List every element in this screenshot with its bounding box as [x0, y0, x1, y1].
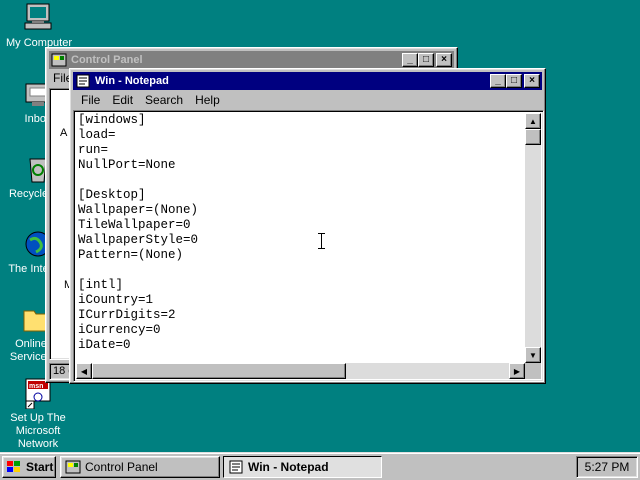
minimize-button[interactable]: _ [402, 53, 418, 67]
start-button[interactable]: Start [2, 456, 56, 478]
horizontal-scrollbar[interactable]: ◀ ▶ [76, 363, 525, 379]
notepad-titlebar[interactable]: Win - Notepad _ □ × [73, 72, 542, 90]
notepad-window[interactable]: Win - Notepad _ □ × File Edit Search Hel… [69, 68, 546, 384]
text-line [78, 263, 198, 278]
text-line: ICurrDigits=2 [78, 308, 176, 322]
scroll-right-button[interactable]: ▶ [509, 363, 525, 379]
notepad-icon [75, 74, 91, 88]
control-panel-item-fragment: A [60, 127, 68, 139]
text-line: Pattern=(None) [78, 248, 184, 262]
taskbar-button-label: Win - Notepad [248, 460, 329, 474]
notepad-text-area[interactable]: [windows] load= run= NullPort=None [Desktop… [73, 110, 544, 382]
close-button[interactable]: × [436, 53, 452, 67]
text-line: iCurrency=0 [78, 323, 161, 337]
text-line: run= [78, 143, 109, 157]
vertical-scrollbar[interactable]: ▲ ▼ [525, 113, 541, 363]
maximize-button[interactable]: □ [418, 53, 434, 67]
maximize-button[interactable]: □ [506, 74, 522, 88]
taskbar-button-notepad[interactable]: Win - Notepad [223, 456, 382, 478]
text-line [78, 173, 198, 188]
taskbar: Start Control Panel Win - Notepad 5:27 P… [0, 452, 640, 480]
windows-logo-icon [6, 460, 22, 474]
control-panel-title: Control Panel [71, 54, 143, 66]
menu-help[interactable]: Help [189, 93, 226, 107]
menu-edit[interactable]: Edit [106, 93, 139, 107]
text-line: [Desktop] [78, 188, 146, 202]
taskbar-button-control-panel[interactable]: Control Panel [60, 456, 220, 478]
desktop-icon-label: Set Up The Microsoft Network [10, 412, 66, 450]
vertical-scroll-thumb[interactable] [525, 129, 541, 145]
text-line: load= [78, 128, 116, 142]
close-button[interactable]: × [524, 74, 540, 88]
desktop-icon-my-computer[interactable]: My Computer [0, 2, 76, 50]
text-line: iCountry=1 [78, 293, 154, 307]
menu-search[interactable]: Search [139, 93, 189, 107]
notepad-title: Win - Notepad [95, 75, 169, 87]
taskbar-button-label: Control Panel [85, 460, 158, 474]
svg-text:msn: msn [29, 383, 43, 390]
text-line: [windows] [78, 113, 146, 127]
text-line: iDate=0 [78, 338, 131, 352]
notepad-menubar: File Edit Search Help [73, 90, 542, 110]
text-line: TileWallpaper=0 [78, 218, 191, 232]
my-computer-icon [22, 2, 54, 34]
scroll-down-button[interactable]: ▼ [525, 347, 541, 363]
menu-file[interactable]: File [75, 93, 106, 107]
text-cursor-icon [318, 233, 325, 249]
scroll-left-button[interactable]: ◀ [76, 363, 92, 379]
system-tray-clock[interactable]: 5:27 PM [576, 456, 638, 478]
desktop-icon-msn-setup[interactable]: msn Set Up The Microsoft Network [0, 377, 76, 451]
notepad-icon [228, 460, 244, 474]
text-line: [intl] [78, 278, 124, 292]
minimize-button[interactable]: _ [490, 74, 506, 88]
text-line: WallpaperStyle=0 [78, 233, 199, 247]
text-line: NullPort=None [78, 158, 176, 172]
start-label: Start [26, 460, 54, 474]
text-line: Wallpaper=(None) [78, 203, 199, 217]
resize-grip[interactable] [525, 363, 541, 379]
scroll-up-button[interactable]: ▲ [525, 113, 541, 129]
horizontal-scroll-thumb[interactable] [92, 363, 346, 379]
control-panel-icon [65, 460, 81, 474]
control-panel-titlebar[interactable]: Control Panel _ □ × [49, 51, 454, 69]
control-panel-icon [51, 53, 67, 67]
notepad-text[interactable]: [windows] load= run= NullPort=None [Desktop… [78, 113, 198, 353]
